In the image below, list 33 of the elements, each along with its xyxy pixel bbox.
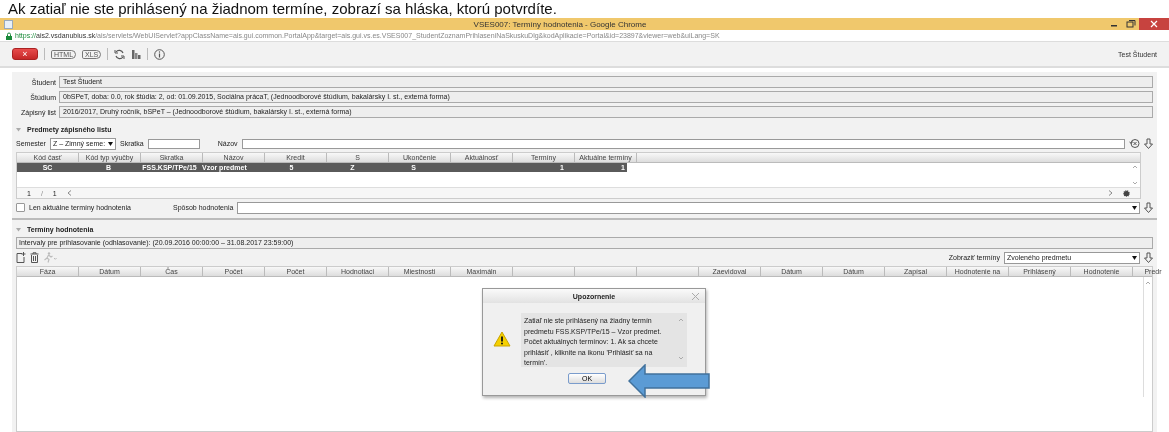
warning-icon — [493, 331, 511, 347]
download-icon[interactable] — [1144, 202, 1153, 213]
scrollbar[interactable] — [678, 316, 684, 362]
scrollbar[interactable] — [1143, 277, 1152, 397]
abbr-field[interactable] — [147, 138, 200, 149]
dropdown-arrow-icon[interactable] — [1132, 205, 1137, 210]
dropdown-arrow-icon[interactable] — [107, 141, 113, 146]
caption-text: Ak zatiaľ nie ste prihlásený na žiadnom termíne, zobrazí sa hláska, ktorú potvrdíte. — [7, 0, 558, 18]
clear-filter-icon[interactable] — [1129, 138, 1140, 149]
app-icon — [4, 19, 13, 29]
lock-icon — [6, 31, 12, 40]
checkbox[interactable] — [16, 203, 25, 212]
restore-icon[interactable] — [1123, 19, 1137, 29]
close-icon[interactable] — [691, 292, 700, 301]
chart-icon[interactable] — [131, 49, 142, 59]
download-icon[interactable] — [1144, 252, 1153, 263]
gear-icon[interactable] — [1123, 189, 1130, 197]
download-icon[interactable] — [1144, 138, 1153, 149]
close-button[interactable]: × — [12, 48, 38, 60]
dropdown-arrow-icon[interactable] — [1132, 255, 1137, 260]
close-icon[interactable] — [1139, 18, 1169, 30]
name-field[interactable] — [241, 138, 1125, 149]
trash-icon[interactable] — [30, 252, 39, 263]
expanded-icon[interactable] — [16, 127, 21, 132]
new-document-icon[interactable] — [16, 252, 26, 263]
info-icon[interactable] — [154, 48, 166, 60]
scroll-right-icon[interactable] — [1108, 190, 1113, 196]
expanded-icon[interactable] — [16, 227, 21, 232]
refresh-icon[interactable] — [114, 48, 126, 60]
window-title: VSES007: Termíny hodnotenia - Google Chrome — [472, 19, 648, 29]
scrollbar[interactable] — [1131, 163, 1139, 187]
scroll-left-icon[interactable] — [66, 190, 72, 196]
splitter-handle[interactable] — [12, 218, 1157, 220]
